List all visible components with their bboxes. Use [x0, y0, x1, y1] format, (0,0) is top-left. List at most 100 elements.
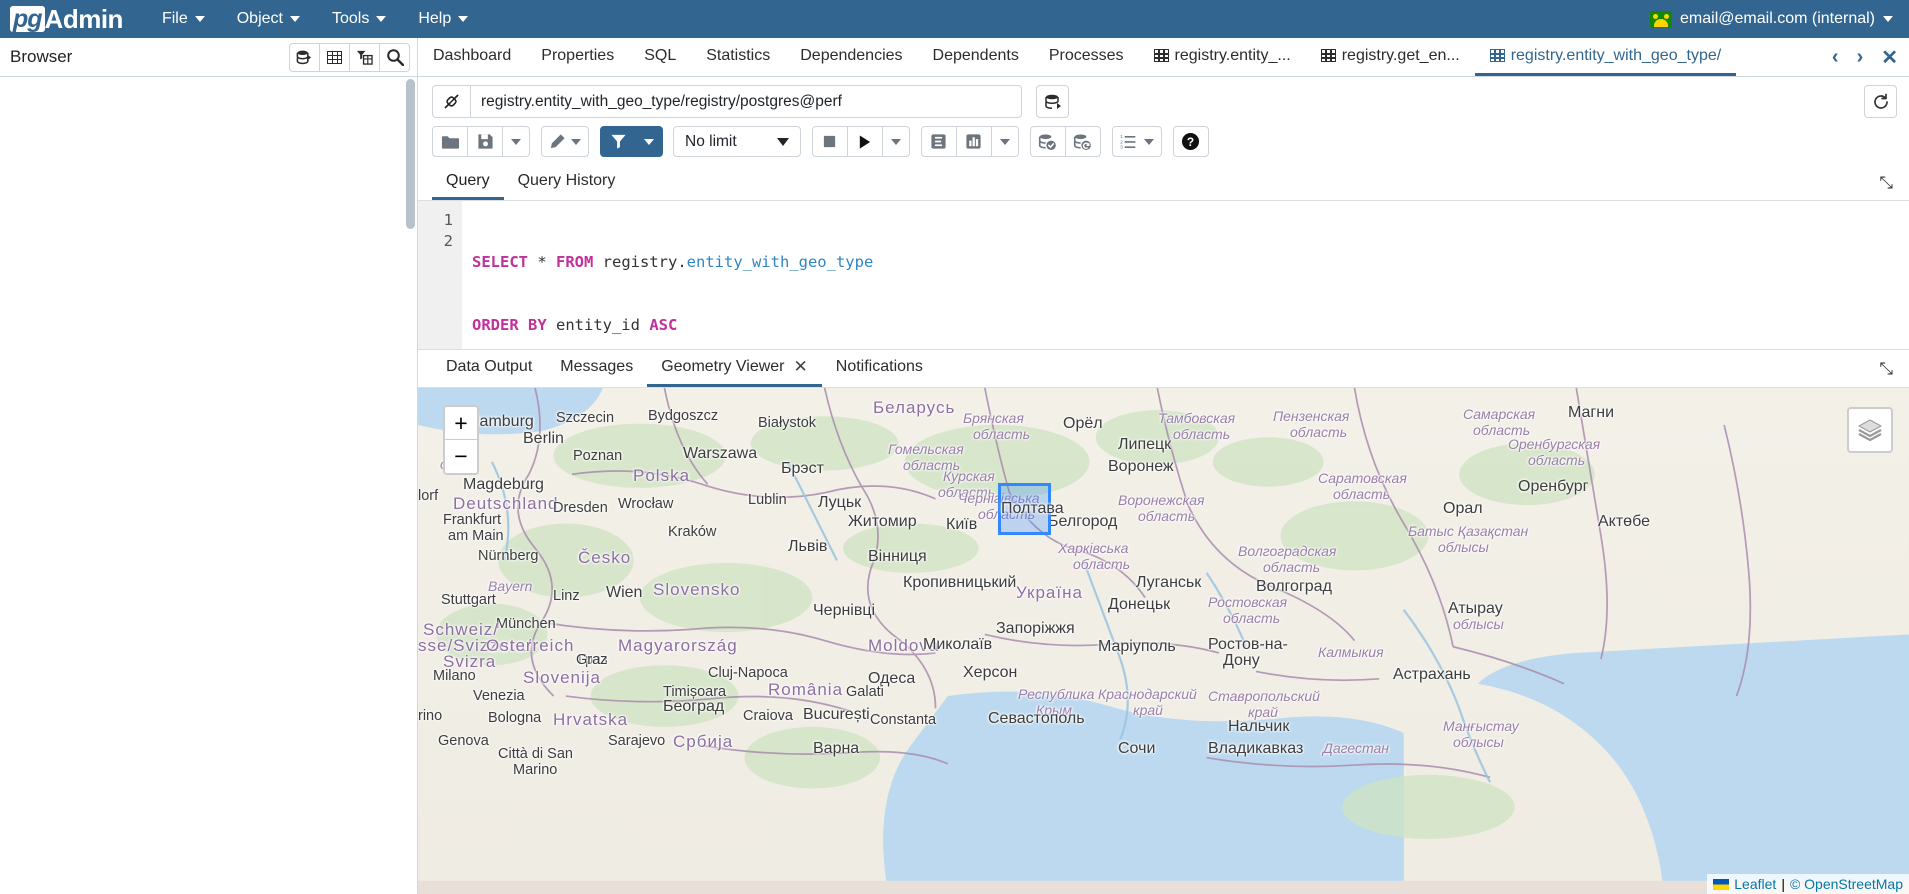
main-content: registry.entity_with_geo_type/registry/p… [0, 77, 1909, 894]
sql-code[interactable]: SELECT * FROM registry.entity_with_geo_t… [462, 201, 873, 349]
attribution-separator: | [1781, 876, 1785, 892]
map-place-label: Polska [633, 466, 691, 485]
line-number: 1 [443, 211, 453, 229]
add-server-icon[interactable] [289, 42, 320, 72]
ukraine-flag-icon [1713, 878, 1730, 890]
tab-query-entity[interactable]: registry.entity_... [1139, 38, 1306, 76]
stop-icon[interactable] [811, 126, 848, 157]
edit-button-group [541, 126, 589, 157]
browser-scrollbar[interactable] [406, 79, 415, 229]
edit-menu-button[interactable] [541, 126, 589, 157]
tab-label: SQL [644, 46, 677, 64]
editor-gutter: 1 2 [418, 201, 462, 349]
tab-dependents[interactable]: Dependents [918, 38, 1034, 76]
macros-icon[interactable]: 123 [1111, 126, 1162, 157]
explain-icon[interactable] [920, 126, 957, 157]
tab-label: Notifications [835, 358, 923, 375]
map-place-label: Poznan [573, 448, 623, 464]
browser-tree-panel[interactable] [0, 77, 418, 894]
browser-and-tabs-row: Browser Dashboard Properties SQL Statist… [0, 38, 1909, 77]
tab-dependencies[interactable]: Dependencies [785, 38, 917, 76]
map-place-label: Київ [946, 516, 978, 533]
tab-prev-button[interactable]: ‹ [1823, 46, 1848, 69]
map-place-label: облысы [1453, 734, 1504, 750]
user-menu[interactable]: email@email.com (internal) [1640, 4, 1909, 34]
reset-layout-button[interactable] [1864, 85, 1897, 118]
openstreetmap-link[interactable]: © OpenStreetMap [1790, 876, 1903, 892]
menu-tools[interactable]: Tools [319, 3, 399, 35]
tab-close-button[interactable]: ✕ [1872, 45, 1907, 70]
chevron-down-icon [999, 138, 1010, 145]
map-place-label: Slovenija [523, 668, 601, 687]
tab-query[interactable]: Query [432, 165, 504, 200]
tab-query-entity-with-geo-type[interactable]: registry.entity_with_geo_type/ [1474, 38, 1737, 76]
change-connection-button[interactable] [1036, 85, 1069, 118]
tab-properties[interactable]: Properties [526, 38, 629, 76]
search-icon[interactable] [379, 42, 410, 72]
menu-object[interactable]: Object [224, 3, 313, 35]
save-options-dropdown[interactable] [502, 126, 530, 157]
tab-processes[interactable]: Processes [1034, 38, 1139, 76]
tab-label: registry.entity_with_geo_type/ [1510, 46, 1722, 64]
commit-icon[interactable] [1029, 126, 1066, 157]
menu-help[interactable]: Help [405, 3, 481, 35]
sql-editor[interactable]: 1 2 SELECT * FROM registry.entity_with_g… [418, 201, 1909, 349]
map-place-label: Galati [846, 684, 884, 700]
map-place-label: Београд [663, 698, 725, 715]
menu-file[interactable]: File [149, 3, 218, 35]
map-place-label: Волгоградская [1238, 543, 1337, 559]
map-place-label: Чернівці [813, 602, 876, 619]
output-panel-tabs: Data Output Messages Geometry Viewer ✕ N… [418, 350, 1909, 388]
connection-field[interactable]: registry.entity_with_geo_type/registry/p… [432, 85, 1022, 118]
bar-chart-icon[interactable] [955, 126, 992, 157]
map-place-label: Орёл [1063, 415, 1103, 432]
explain-options-dropdown[interactable] [990, 126, 1019, 157]
help-icon[interactable]: ? [1172, 126, 1209, 157]
user-avatar-icon [1650, 10, 1673, 28]
expand-output-panel-icon[interactable]: ⤡ [1879, 359, 1909, 379]
tab-query-get-en[interactable]: registry.get_en... [1306, 38, 1475, 76]
map-layers-button[interactable] [1847, 407, 1893, 453]
table-icon[interactable] [319, 42, 350, 72]
filter-icon[interactable] [600, 126, 636, 157]
tab-messages[interactable]: Messages [546, 350, 647, 387]
svg-text:2: 2 [1120, 139, 1123, 145]
save-file-icon[interactable] [467, 126, 503, 157]
map-zoom-control: + − [443, 405, 479, 475]
zoom-in-button[interactable]: + [445, 407, 477, 440]
logo-pg-mark: pg [10, 6, 45, 32]
explain-button-group [920, 126, 1019, 157]
map-place-label: Орал [1443, 500, 1483, 517]
tab-geometry-viewer[interactable]: Geometry Viewer ✕ [647, 350, 822, 387]
map-place-label: Milano [433, 668, 476, 684]
execute-options-dropdown[interactable] [881, 126, 910, 157]
tab-next-button[interactable]: › [1848, 46, 1873, 69]
sql-table-name: entity_with_geo_type [686, 253, 874, 271]
leaflet-link[interactable]: Leaflet [1734, 876, 1776, 892]
open-file-icon[interactable] [432, 126, 468, 157]
map-place-label: область [1073, 556, 1131, 572]
expand-query-panel-icon[interactable]: ⤡ [1879, 173, 1909, 193]
tab-query-history[interactable]: Query History [504, 165, 630, 200]
sql-column: entity_id [546, 316, 650, 334]
filter-options-dropdown[interactable] [635, 126, 663, 157]
row-limit-select[interactable]: No limit [673, 126, 801, 157]
tab-notifications[interactable]: Notifications [822, 350, 937, 387]
svg-text:1: 1 [1120, 134, 1123, 140]
filter-table-icon[interactable] [349, 42, 380, 72]
close-icon[interactable]: ✕ [794, 357, 808, 377]
map-place-label: Курская [943, 468, 995, 484]
tab-statistics[interactable]: Statistics [691, 38, 785, 76]
map-place-label: Србија [673, 732, 734, 751]
tab-data-output[interactable]: Data Output [432, 350, 546, 387]
logo-admin-text: Admin [44, 3, 124, 34]
tab-label: Dependencies [800, 46, 903, 64]
geometry-map[interactable]: + − Leaflet | © OpenStreetMap Беларусь О… [418, 388, 1909, 894]
map-place-label: Актөбе [1598, 513, 1650, 530]
tab-sql[interactable]: SQL [629, 38, 691, 76]
sql-line-1: SELECT * FROM registry.entity_with_geo_t… [472, 252, 873, 273]
tab-dashboard[interactable]: Dashboard [418, 38, 526, 76]
execute-query-button[interactable] [846, 126, 883, 157]
rollback-icon[interactable] [1064, 126, 1101, 157]
zoom-out-button[interactable]: − [445, 440, 477, 473]
